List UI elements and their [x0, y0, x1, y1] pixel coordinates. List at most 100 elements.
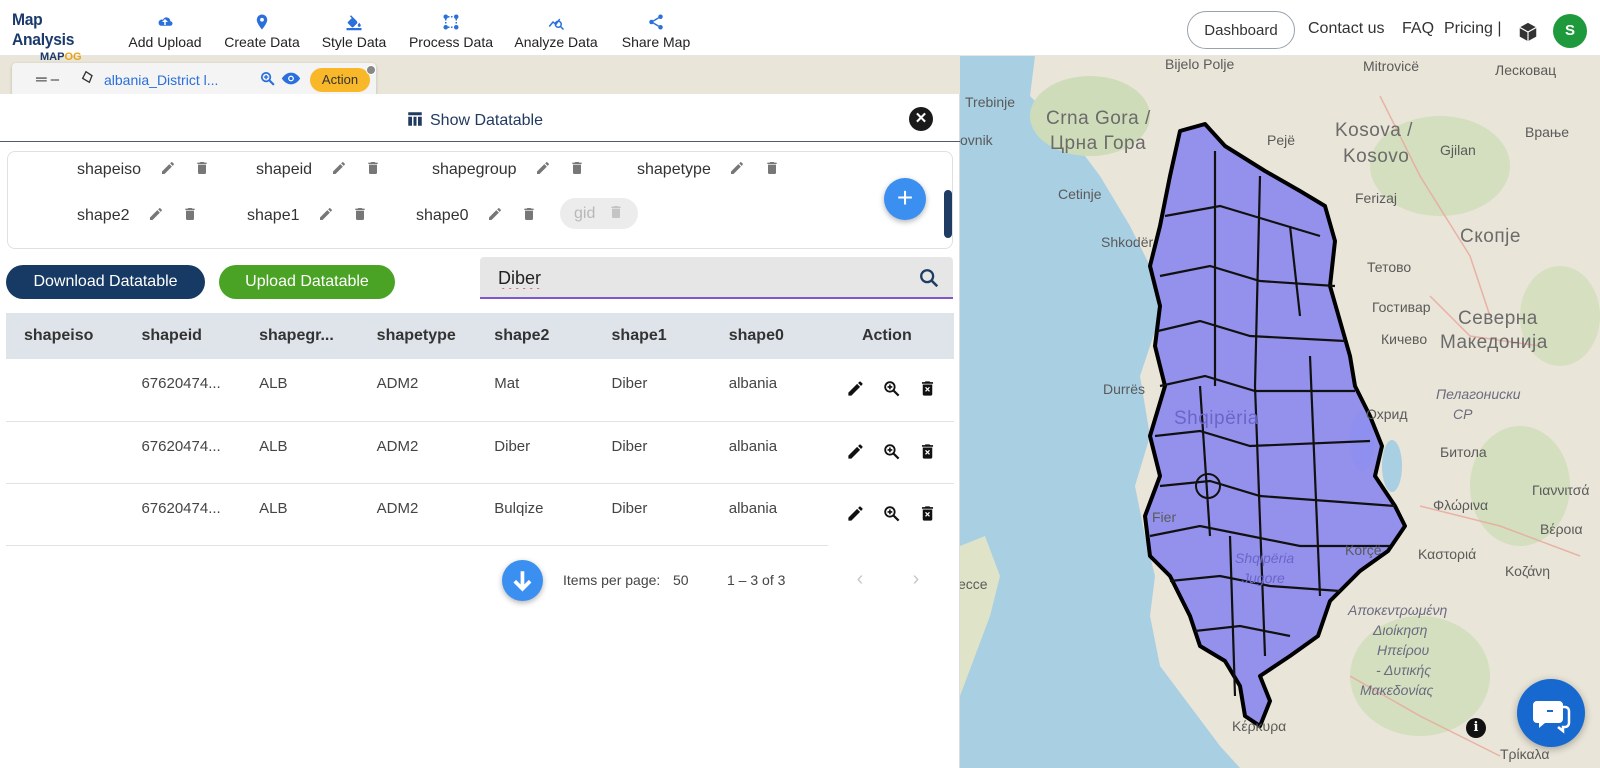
map-label: Gjilan [1440, 142, 1476, 158]
delete-column-icon[interactable] [194, 160, 210, 176]
chat-widget-button[interactable] [1517, 679, 1585, 747]
dashboard-button[interactable]: Dashboard [1187, 11, 1295, 49]
faq-link[interactable]: FAQ [1402, 20, 1434, 38]
table-cell: ADM2 [358, 359, 477, 422]
datatable-panel: Show Datatable ✕ shapeiso shapeid shapeg… [0, 94, 960, 768]
search-icon[interactable] [918, 267, 940, 289]
table-cell: Bulqize [476, 483, 594, 546]
map-label: Crna Gora / [1046, 108, 1151, 129]
close-icon[interactable]: ✕ [909, 107, 933, 131]
table-cell: Mat [476, 359, 594, 422]
column-chip[interactable]: shape0 [416, 206, 537, 225]
download-datatable-button[interactable]: Download Datatable [6, 265, 205, 299]
upload-datatable-button[interactable]: Upload Datatable [219, 265, 395, 299]
edit-column-icon[interactable] [729, 160, 745, 176]
table-row[interactable]: 67620474... ALB ADM2 Diber Diber albania [6, 421, 954, 484]
map-label: ovnik [960, 132, 993, 148]
nav-label: Style Data [321, 34, 387, 50]
delete-row-icon[interactable] [918, 379, 937, 398]
cube-icon[interactable] [1517, 21, 1539, 43]
map-label: Гостивар [1372, 299, 1431, 315]
nav-add-upload[interactable]: Add Upload [122, 10, 208, 50]
table-cell: ALB [241, 483, 359, 546]
delete-row-icon[interactable] [918, 442, 937, 461]
map-label: Βέροια [1540, 521, 1583, 537]
column-header[interactable]: shape1 [593, 313, 711, 359]
drag-handle-icon[interactable]: ═ – [36, 71, 59, 88]
edit-column-icon[interactable] [160, 160, 176, 176]
table-cell: ALB [241, 359, 359, 422]
nav-label: Create Data [224, 34, 300, 50]
table-header-row: shapeiso shapeid shapegr... shapetype sh… [6, 313, 954, 359]
user-avatar[interactable]: S [1553, 14, 1587, 48]
edit-column-icon[interactable] [487, 206, 503, 222]
map-label: Bijelo Polje [1165, 56, 1235, 72]
map-label: Διοίκηση [1373, 622, 1428, 638]
chevron-left-icon[interactable]: ‹ [849, 568, 871, 590]
map-label: Shqipëria [1235, 550, 1295, 566]
nav-analyze-data[interactable]: Analyze Data [509, 10, 603, 50]
map-label: ecce [958, 576, 988, 592]
contact-link[interactable]: Contact us [1308, 20, 1384, 38]
edit-column-icon[interactable] [318, 206, 334, 222]
zoom-row-icon[interactable] [882, 442, 901, 461]
pricing-link[interactable]: Pricing | [1444, 20, 1502, 38]
column-header[interactable]: shapetype [358, 313, 477, 359]
visibility-eye-icon[interactable] [281, 70, 301, 87]
edit-row-icon[interactable] [846, 379, 865, 398]
items-per-page-select[interactable]: 50 [673, 572, 689, 588]
layer-action-button[interactable]: Action [310, 68, 370, 92]
scrollbar[interactable] [944, 190, 952, 238]
nav-share-map[interactable]: Share Map [614, 10, 698, 50]
column-chip[interactable]: shape1 [247, 206, 368, 225]
delete-row-icon[interactable] [918, 504, 937, 523]
column-header[interactable]: shapeiso [6, 313, 124, 359]
table-row[interactable]: 67620474... ALB ADM2 Mat Diber albania [6, 359, 954, 422]
delete-column-icon[interactable] [352, 206, 368, 222]
column-chip[interactable]: shapeiso [77, 160, 210, 179]
panel-header: Show Datatable ✕ [0, 94, 960, 142]
edit-column-icon[interactable] [148, 206, 164, 222]
layer-name[interactable]: albania_District l... [104, 72, 218, 88]
column-header[interactable]: shape0 [710, 313, 828, 359]
polygon-layer-icon [81, 70, 93, 84]
delete-column-icon[interactable] [365, 160, 381, 176]
map-label: Kosova / [1335, 120, 1413, 141]
column-chip[interactable]: shapegroup [432, 160, 585, 179]
delete-column-icon[interactable] [182, 206, 198, 222]
panel-title: Show Datatable [406, 110, 543, 130]
delete-column-icon[interactable] [521, 206, 537, 222]
column-header[interactable]: shapegr... [241, 313, 359, 359]
map-label: Μακεδονίας [1360, 682, 1434, 698]
column-chip[interactable]: shape2 [77, 206, 198, 225]
column-chip[interactable]: shapetype [637, 160, 780, 179]
add-column-button[interactable]: + [884, 178, 926, 220]
table-row[interactable]: 67620474... ALB ADM2 Bulqize Diber alban… [6, 483, 954, 546]
delete-column-icon[interactable] [764, 160, 780, 176]
edit-column-icon[interactable] [331, 160, 347, 176]
map-label: Тетово [1367, 259, 1412, 275]
nav-style-data[interactable]: Style Data [315, 10, 393, 50]
items-per-page-label: Items per page: [563, 572, 661, 588]
nav-create-data[interactable]: Create Data [218, 10, 306, 50]
edit-row-icon[interactable] [846, 442, 865, 461]
search-input[interactable] [498, 265, 898, 291]
row-actions [827, 421, 954, 484]
chevron-right-icon[interactable]: › [905, 568, 927, 590]
logo[interactable]: Map Analysis MAPOG [12, 10, 112, 63]
row-actions [828, 483, 954, 545]
column-header[interactable]: shapeid [123, 313, 242, 359]
edit-row-icon[interactable] [846, 504, 865, 523]
table-cell: 67620474... [123, 359, 242, 422]
zoom-row-icon[interactable] [882, 504, 901, 523]
zoom-to-layer-icon[interactable] [259, 70, 276, 87]
info-icon[interactable]: i [1466, 718, 1486, 738]
nav-process-data[interactable]: Process Data [404, 10, 498, 50]
page-range: 1 – 3 of 3 [727, 572, 786, 588]
column-header[interactable]: shape2 [476, 313, 594, 359]
column-chip[interactable]: shapeid [256, 160, 381, 179]
scroll-down-button[interactable] [502, 560, 543, 601]
delete-column-icon[interactable] [569, 160, 585, 176]
zoom-row-icon[interactable] [882, 379, 901, 398]
edit-column-icon[interactable] [535, 160, 551, 176]
